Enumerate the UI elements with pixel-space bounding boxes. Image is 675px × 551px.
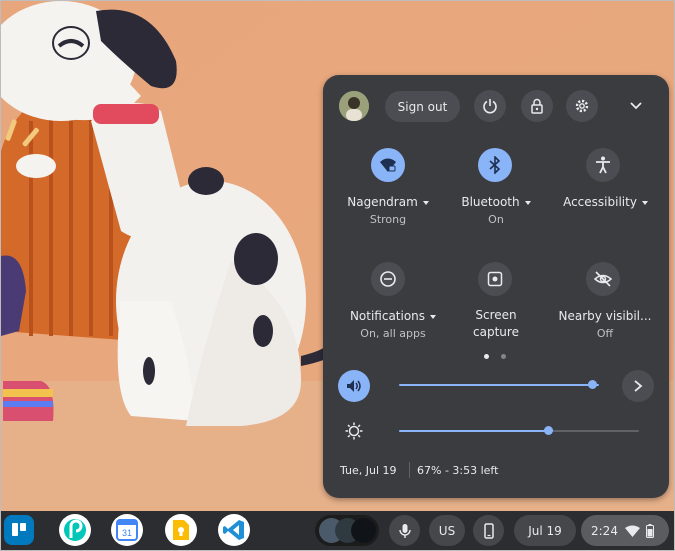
eye-off-icon [594,271,612,287]
chevron-right-icon [634,380,643,392]
bluetooth-status: On [488,213,504,226]
google-keep-app-icon[interactable] [165,514,197,546]
accessibility-icon [596,156,610,174]
wifi-toggle[interactable] [371,148,405,182]
dictation-button[interactable] [389,515,420,546]
brightness-button [338,415,370,447]
screen-capture-button[interactable] [478,262,512,296]
lock-button[interactable] [521,90,553,122]
screen-capture-label-line1: Screen [475,308,517,322]
calendar-day-text: 31 [122,528,132,538]
volume-slider-thumb[interactable] [588,380,597,389]
bluetooth-label[interactable]: Bluetooth [451,195,541,209]
google-calendar-app-icon[interactable]: 31 [111,514,143,546]
screen-capture-icon [487,271,503,287]
collapse-button[interactable] [623,93,649,119]
wifi-status-icon [624,525,640,537]
brightness-slider-fill [399,430,549,432]
gear-icon [575,99,589,113]
screenshot-frame: Sign out Nagendram Strong Bluetooth On A… [0,0,675,551]
settings-button[interactable] [566,90,598,122]
bluetooth-icon [489,156,501,174]
sign-out-button[interactable]: Sign out [385,91,460,122]
audio-settings-button[interactable] [622,370,654,402]
nearby-visibility-status: Off [596,327,614,340]
power-button[interactable] [474,90,506,122]
accessibility-toggle[interactable] [586,148,620,182]
page-dot-2[interactable] [501,354,506,359]
accessibility-label[interactable]: Accessibility [558,195,653,209]
page-dot-1[interactable] [484,354,489,359]
ime-menu-button[interactable]: US [429,515,465,546]
battery-icon [645,523,654,538]
date-label[interactable]: Tue, Jul 19 [340,464,397,477]
trello-app-icon[interactable] [4,515,34,545]
volume-slider[interactable] [399,384,599,386]
phone-hub-button[interactable] [473,515,504,546]
microphone-icon [398,523,411,538]
volume-icon [347,380,361,392]
brightness-icon [345,422,363,440]
user-avatar[interactable] [339,91,369,121]
battery-label[interactable]: 67% - 3:53 left [417,464,498,477]
nearby-visibility-label: Nearby visibil... [558,309,652,323]
chevron-down-icon [630,102,642,110]
bluetooth-toggle[interactable] [478,148,512,182]
notifications-label[interactable]: Notifications [343,309,443,323]
brightness-slider-thumb[interactable] [544,426,553,435]
wifi-status: Strong [369,213,407,226]
notifications-status: On, all apps [360,327,426,340]
shelf: 31 US Jul 19 2:24 [1,511,674,550]
picsart-app-icon[interactable] [59,514,91,546]
notifications-toggle[interactable] [371,262,405,296]
phone-icon [483,522,494,539]
nearby-visibility-toggle[interactable] [586,262,620,296]
date-tray-button[interactable]: Jul 19 [514,515,576,546]
lock-icon [531,98,543,114]
status-area-button[interactable]: 2:24 [581,515,669,546]
open-windows-cluster[interactable] [315,515,379,546]
quick-settings-panel: Sign out Nagendram Strong Bluetooth On A… [323,75,669,498]
clock-label: 2:24 [591,523,618,538]
mute-button[interactable] [338,370,370,402]
wifi-label[interactable]: Nagendram [343,195,433,209]
vscode-app-icon[interactable] [218,514,250,546]
footer-divider [409,462,410,478]
power-icon [483,99,497,114]
wifi-icon [380,158,396,172]
do-not-disturb-icon [380,271,396,287]
screen-capture-label-line2: capture [473,325,519,339]
